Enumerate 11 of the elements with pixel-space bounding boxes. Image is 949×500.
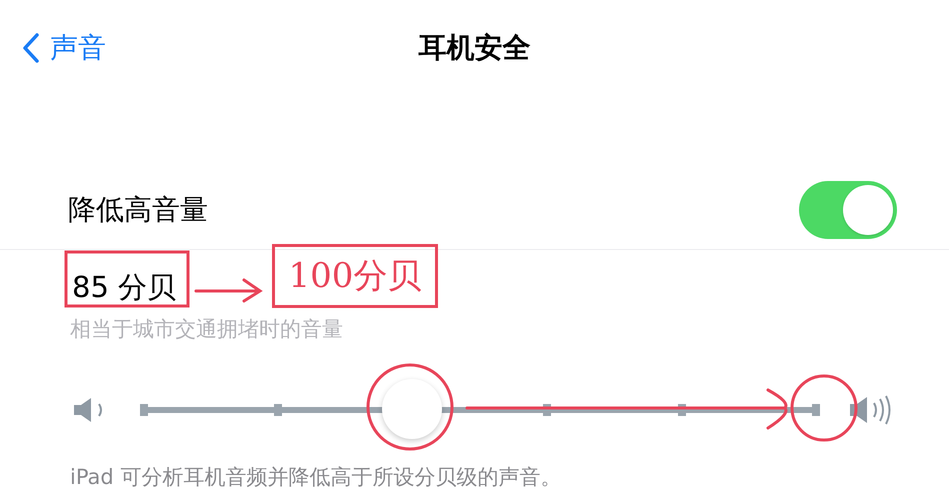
annotation-arrow (194, 278, 263, 302)
footer-note: iPad 可分析耳机音频并降低高于所设分贝级的声音。 (70, 464, 562, 488)
slider-thumb[interactable] (382, 378, 442, 438)
level-description: 相当于城市交通拥堵时的音量 (70, 317, 343, 341)
decibel-value: 85 分贝 (72, 270, 176, 304)
annotation-circle (790, 374, 858, 442)
chevron-left-icon (22, 32, 40, 64)
back-button[interactable]: 声音 (22, 26, 106, 68)
handwritten-note: 100分贝 (272, 244, 438, 308)
setting-label: 降低高音量 (68, 192, 208, 228)
page-title: 耳机安全 (418, 30, 530, 66)
